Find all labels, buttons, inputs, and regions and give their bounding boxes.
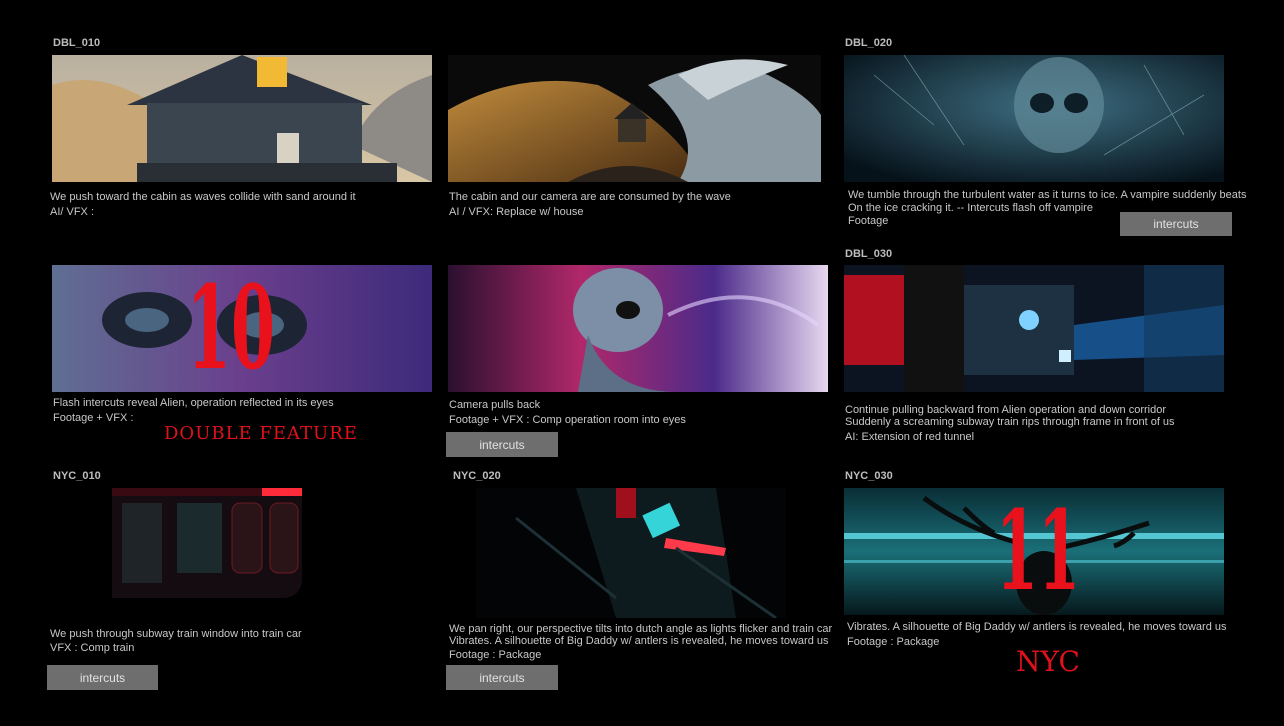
- episode-number: 10: [187, 265, 276, 392]
- shot-id-nyc-010: NYC_010: [53, 470, 101, 482]
- vfx-note: Footage : Package: [449, 649, 542, 661]
- vfx-note: AI: Extension of red tunnel: [845, 431, 975, 443]
- thumbnail-dutch-angle[interactable]: [476, 488, 786, 618]
- cabin-image: [52, 55, 432, 182]
- thumbnail-big-daddy[interactable]: 11: [844, 488, 1224, 615]
- description: We tumble through the turbulent water as…: [848, 189, 1247, 201]
- description: Suddenly a screaming subway train rips t…: [845, 416, 1175, 428]
- description: On the ice cracking it. -- Intercuts fla…: [848, 202, 1093, 214]
- vfx-note: Footage: [848, 215, 889, 227]
- wave-image: [448, 55, 821, 182]
- vfx-note: AI/ VFX :: [50, 206, 95, 218]
- nyc-logo: NYC: [1016, 645, 1080, 678]
- dutch-angle-image: [476, 488, 786, 618]
- description: Continue pulling backward from Alien ope…: [845, 404, 1167, 416]
- alien-profile-image: [448, 265, 828, 392]
- thumbnail-alien-eyes[interactable]: 10: [52, 265, 432, 392]
- thumbnail-cabin[interactable]: [52, 55, 432, 182]
- double-feature-logo: DOUBLE FEATURE: [164, 423, 358, 444]
- subway-train-image: [112, 488, 302, 598]
- description: The cabin and our camera are are consume…: [449, 191, 731, 203]
- shot-id-dbl-010: DBL_010: [53, 37, 101, 49]
- intercuts-button[interactable]: intercuts: [47, 665, 158, 690]
- description: We push through subway train window into…: [50, 628, 302, 640]
- thumbnail-ice-vampire[interactable]: [844, 55, 1224, 182]
- description: Vibrates. A silhouette of Big Daddy w/ a…: [449, 635, 829, 647]
- description: Vibrates. A silhouette of Big Daddy w/ a…: [847, 621, 1227, 633]
- intercuts-button[interactable]: intercuts: [1120, 212, 1232, 236]
- thumbnail-wave[interactable]: [448, 55, 821, 182]
- shot-id-nyc-030: NYC_030: [845, 470, 893, 482]
- description: Flash intercuts reveal Alien, operation …: [53, 397, 334, 409]
- episode-number: 11: [996, 488, 1081, 615]
- thumbnail-alien-profile[interactable]: [448, 265, 828, 392]
- shot-id-dbl-030: DBL_030: [845, 248, 893, 260]
- vfx-note: Footage + VFX : Comp operation room into…: [449, 414, 686, 426]
- description: Camera pulls back: [449, 399, 541, 411]
- description: We pan right, our perspective tilts into…: [449, 623, 833, 635]
- ice-skull-image: [844, 55, 1224, 182]
- shot-id-nyc-020: NYC_020: [453, 470, 501, 482]
- vfx-note: Footage : Package: [847, 636, 940, 648]
- vfx-note: Footage + VFX :: [53, 412, 134, 424]
- thumbnail-subway-train[interactable]: [112, 488, 302, 598]
- shot-id-dbl-020: DBL_020: [845, 37, 893, 49]
- vfx-note: VFX : Comp train: [50, 642, 135, 654]
- red-corridor-image: [844, 265, 1224, 392]
- intercuts-button[interactable]: intercuts: [446, 432, 558, 457]
- description: We push toward the cabin as waves collid…: [50, 191, 356, 203]
- vfx-note: AI / VFX: Replace w/ house: [449, 206, 584, 218]
- intercuts-button[interactable]: intercuts: [446, 665, 558, 690]
- thumbnail-corridor[interactable]: [844, 265, 1224, 392]
